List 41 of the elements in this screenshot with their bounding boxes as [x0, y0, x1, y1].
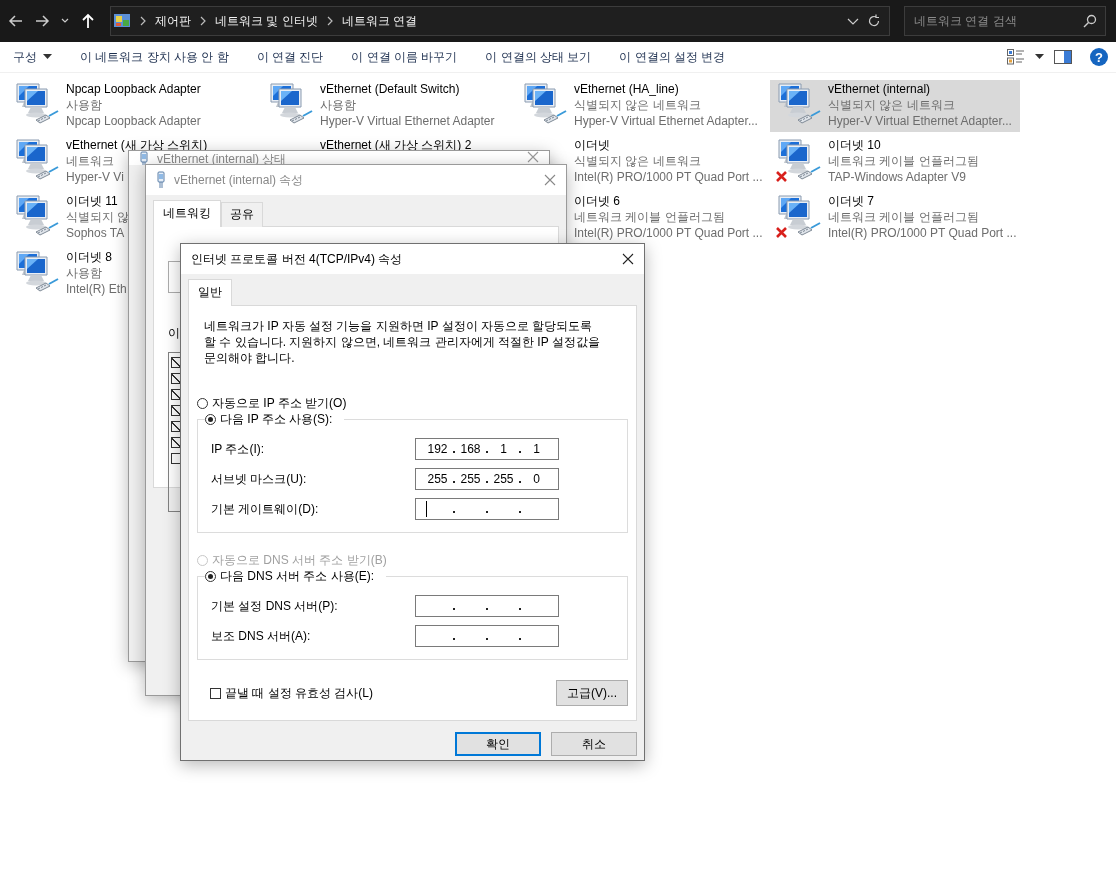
adapter-name: 이더넷 [574, 137, 610, 153]
adapter-status: 사용함 [320, 97, 356, 113]
adapter-name: vEthernet (Default Switch) [320, 81, 460, 97]
adapter-status: 네트워크 케이블 언플러그됨 [828, 153, 979, 169]
adapter-name: vEthernet (HA_line) [574, 81, 679, 97]
adapter-status: 식별되지 않 [66, 209, 130, 225]
field-label: 기본 게이트웨이(D): [211, 500, 320, 518]
field-label: 보조 DNS 서버(A): [211, 627, 312, 645]
window-title: 인터넷 프로토콜 버전 4(TCP/IPv4) 속성 [191, 250, 403, 268]
adapter-status: 네트워크 케이블 언플러그됨 [574, 209, 725, 225]
adapter-status: 네트워크 케이블 언플러그됨 [828, 209, 979, 225]
adapter-device: Hyper-V Virtual Ethernet Adapter... [574, 113, 758, 129]
adapter-name: 이더넷 7 [828, 193, 874, 209]
adapter-status: 네트워크 [66, 153, 114, 169]
adapter-name: vEthernet (internal) [828, 81, 931, 97]
adapter-status: 식별되지 않은 네트워크 [574, 97, 701, 113]
adapter-status: 사용함 [66, 265, 102, 281]
adapter-device: Sophos TA [66, 225, 125, 241]
adapter-status: 식별되지 않은 네트워크 [574, 153, 701, 169]
field-label: IP 주소(I): [211, 440, 266, 458]
list-label: 이 [168, 325, 180, 342]
adapter-device: Intel(R) PRO/1000 PT Quad Port ... [574, 169, 763, 185]
adapter-device: Intel(R) PRO/1000 PT Quad Port ... [574, 225, 763, 241]
adapter-name: Npcap Loopback Adapter [66, 81, 201, 97]
adapter-status: 식별되지 않은 네트워크 [828, 97, 955, 113]
adapter-device: Intel(R) Eth [66, 281, 127, 297]
adapter-name: 이더넷 11 [66, 193, 118, 209]
window-title: vEthernet (internal) 속성 [174, 171, 304, 189]
field-label: 기본 설정 DNS 서버(P): [211, 597, 339, 615]
adapter-device: Intel(R) PRO/1000 PT Quad Port ... [828, 225, 1017, 241]
adapter-name: 이더넷 6 [574, 193, 620, 209]
description-text: 네트워크가 IP 자동 설정 기능을 지원하면 IP 설정이 자동으로 할당되도록 할 수 있습니다. 지원하지 않으면, 네트워크 관리자에게 적절한 IP 설정값을 문의해야 합니다. [204, 318, 601, 366]
adapter-device: TAP-Windows Adapter V9 [828, 169, 966, 185]
adapter-name: 이더넷 10 [828, 137, 881, 153]
adapter-device: Hyper-V Virtual Ethernet Adapter... [828, 113, 1012, 129]
field-label: 서브넷 마스크(U): [211, 470, 308, 488]
adapter-device: Hyper-V Virtual Ethernet Adapter [320, 113, 495, 129]
adapter-device: Hyper-V Vi [66, 169, 124, 185]
adapter-status: 사용함 [66, 97, 102, 113]
adapter-device: Npcap Loopback Adapter [66, 113, 201, 129]
adapter-name: 이더넷 8 [66, 249, 112, 265]
